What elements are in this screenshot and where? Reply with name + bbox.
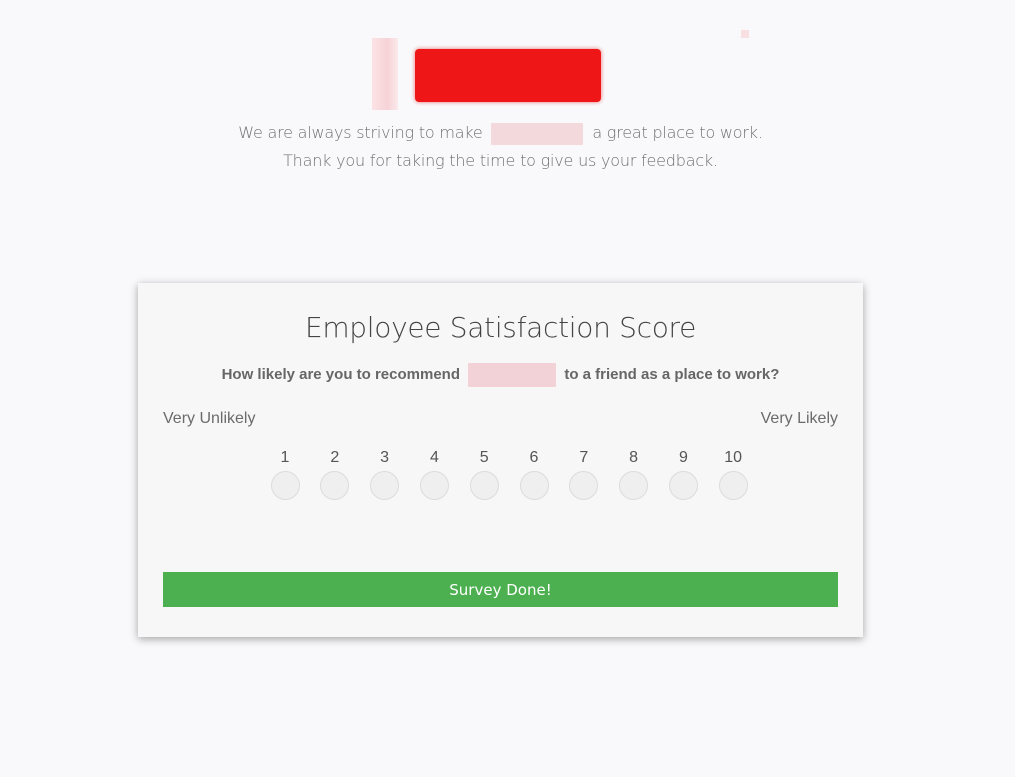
survey-title: Employee Satisfaction Score <box>304 311 697 344</box>
logo-redacted-dot <box>741 30 749 38</box>
rating-radio-7[interactable] <box>569 471 599 500</box>
scale-low-label: Very Unlikely <box>163 410 256 427</box>
logo-redacted-mark <box>372 38 398 110</box>
rating-option-6[interactable]: 6 <box>518 449 550 500</box>
rating-option-8[interactable]: 8 <box>618 449 650 500</box>
intro-text: We are always striving to make a great p… <box>0 119 1001 175</box>
rating-option-5[interactable]: 5 <box>468 449 500 500</box>
rating-option-label: 9 <box>678 449 688 466</box>
rating-option-label: 10 <box>724 449 743 466</box>
rating-option-label: 3 <box>380 449 390 466</box>
rating-option-label: 2 <box>330 449 340 466</box>
company-name-redacted <box>468 363 557 387</box>
rating-radio-6[interactable] <box>519 471 549 500</box>
survey-question: How likely are you to recommend to a fri… <box>138 363 863 387</box>
rating-option-7[interactable]: 7 <box>568 449 600 500</box>
rating-option-label: 6 <box>529 449 539 466</box>
rating-option-10[interactable]: 10 <box>717 449 749 500</box>
rating-radio-4[interactable] <box>419 471 449 500</box>
rating-option-4[interactable]: 4 <box>418 449 450 500</box>
survey-card: Employee Satisfaction Score How likely a… <box>138 283 863 637</box>
scale-high-label: Very Likely <box>760 410 838 427</box>
intro-line-1: We are always striving to make a great p… <box>0 119 1001 147</box>
rating-option-label: 5 <box>479 449 489 466</box>
rating-option-3[interactable]: 3 <box>369 449 401 500</box>
rating-radio-8[interactable] <box>619 471 649 500</box>
rating-radio-10[interactable] <box>718 471 748 500</box>
rating-option-label: 4 <box>429 449 439 466</box>
logo-redacted-block <box>415 49 601 102</box>
rating-radio-2[interactable] <box>320 471 350 500</box>
intro-line-2: Thank you for taking the time to give us… <box>283 151 718 170</box>
question-part-2: to a friend as a place to work? <box>564 365 780 383</box>
rating-radio-1[interactable] <box>270 471 300 500</box>
rating-radio-9[interactable] <box>668 471 698 500</box>
rating-radio-3[interactable] <box>370 471 400 500</box>
company-logo <box>372 38 602 110</box>
company-name-redacted <box>491 122 584 145</box>
rating-option-label: 8 <box>629 449 639 466</box>
rating-option-1[interactable]: 1 <box>269 449 301 500</box>
rating-option-9[interactable]: 9 <box>667 449 699 500</box>
rating-option-label: 1 <box>280 449 290 466</box>
question-part-1: How likely are you to recommend <box>221 365 460 383</box>
survey-page: We are always striving to make a great p… <box>0 0 1015 777</box>
survey-done-button[interactable]: Survey Done! <box>163 572 838 607</box>
rating-option-label: 7 <box>579 449 589 466</box>
intro-part-1: We are always striving to make <box>238 123 483 142</box>
rating-options: 1 2 3 4 5 6 7 8 9 10 <box>269 449 749 509</box>
rating-radio-5[interactable] <box>469 471 499 500</box>
intro-part-2: a great place to work. <box>592 123 763 142</box>
rating-option-2[interactable]: 2 <box>319 449 351 500</box>
